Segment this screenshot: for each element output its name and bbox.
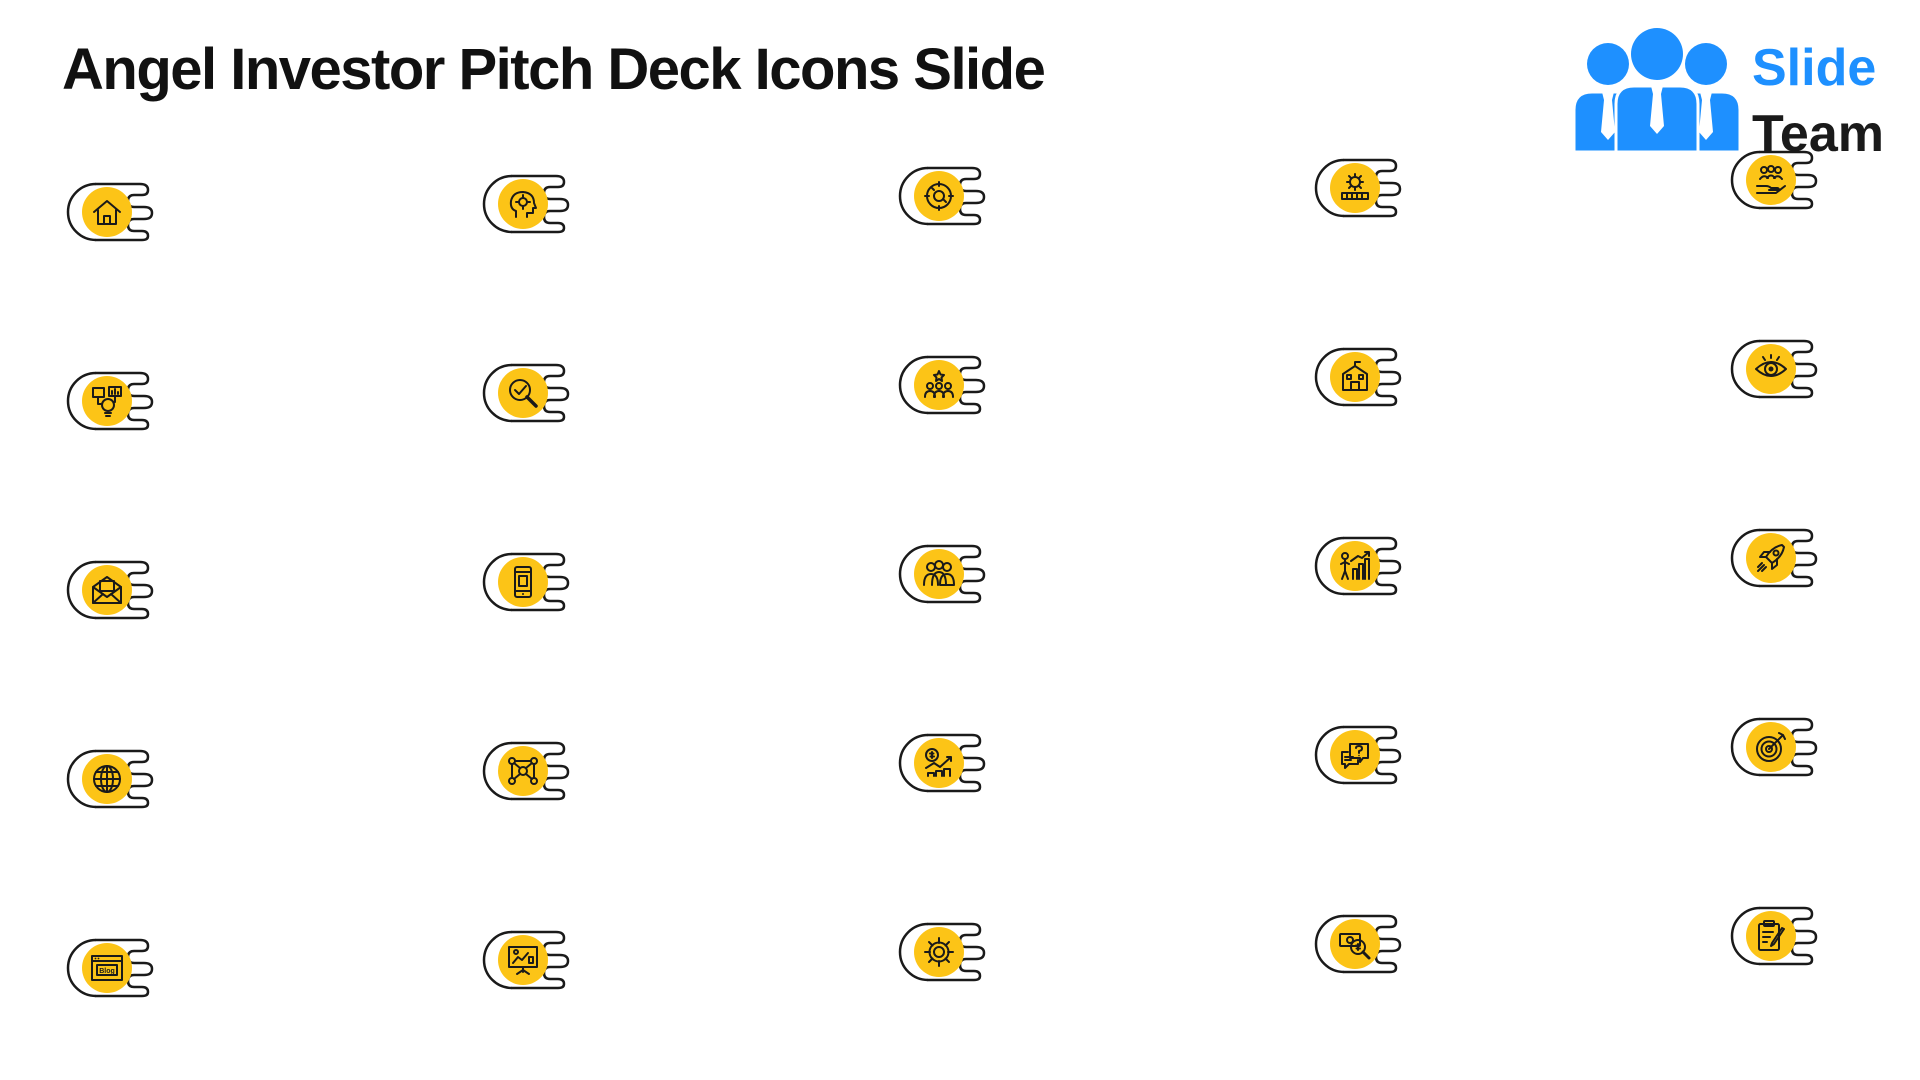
clipboard-edit-icon [1752, 917, 1790, 955]
icon-item [64, 180, 172, 262]
target-cycle-icon [920, 177, 958, 215]
icon-item [1312, 345, 1420, 427]
idea-chart-icon [88, 382, 126, 420]
mail-icon [88, 571, 126, 609]
target-arrow-icon [1752, 728, 1790, 766]
icon-item [1728, 337, 1836, 419]
rocket-icon [1752, 539, 1790, 577]
magnifier-check-icon [504, 374, 542, 412]
building-icon [1336, 358, 1374, 396]
icon-item [896, 731, 1004, 813]
icon-item [64, 558, 172, 640]
icon-item [1728, 526, 1836, 608]
icon-item [480, 739, 588, 821]
icon-item [896, 164, 1004, 246]
group-icon [920, 555, 958, 593]
icon-item [1312, 156, 1420, 238]
svg-text:Blog: Blog [99, 968, 115, 975]
globe-icon [88, 760, 126, 798]
money-growth-icon [920, 744, 958, 782]
brain-gear-icon [504, 185, 542, 223]
icon-item [480, 172, 588, 254]
money-search-icon [1336, 925, 1374, 963]
icon-item [480, 550, 588, 632]
icon-item [64, 747, 172, 829]
settings-gear-icon [920, 933, 958, 971]
icon-item [896, 542, 1004, 624]
icon-item: Blog [64, 936, 172, 1018]
team-hand-icon [1752, 161, 1790, 199]
icon-item [64, 369, 172, 451]
icon-item [1728, 715, 1836, 797]
icon-item [480, 928, 588, 1010]
icon-item [1728, 148, 1836, 230]
icon-item [1312, 723, 1420, 805]
growth-chart-icon [1336, 547, 1374, 585]
icon-item [480, 361, 588, 443]
eye-icon [1752, 350, 1790, 388]
mobile-phone-icon [504, 563, 542, 601]
network-nodes-icon [504, 752, 542, 790]
icon-item [1728, 904, 1836, 986]
factory-gear-icon [1336, 169, 1374, 207]
home-icon [88, 193, 126, 231]
icon-item [896, 920, 1004, 1002]
presentation-board-icon [504, 941, 542, 979]
icon-item [1312, 534, 1420, 616]
chat-question-icon [1336, 736, 1374, 774]
icon-item [896, 353, 1004, 435]
blog-icon: Blog [88, 949, 126, 987]
icon-grid: Blog [0, 0, 1920, 1080]
audience-icon [920, 366, 958, 404]
icon-item [1312, 912, 1420, 994]
